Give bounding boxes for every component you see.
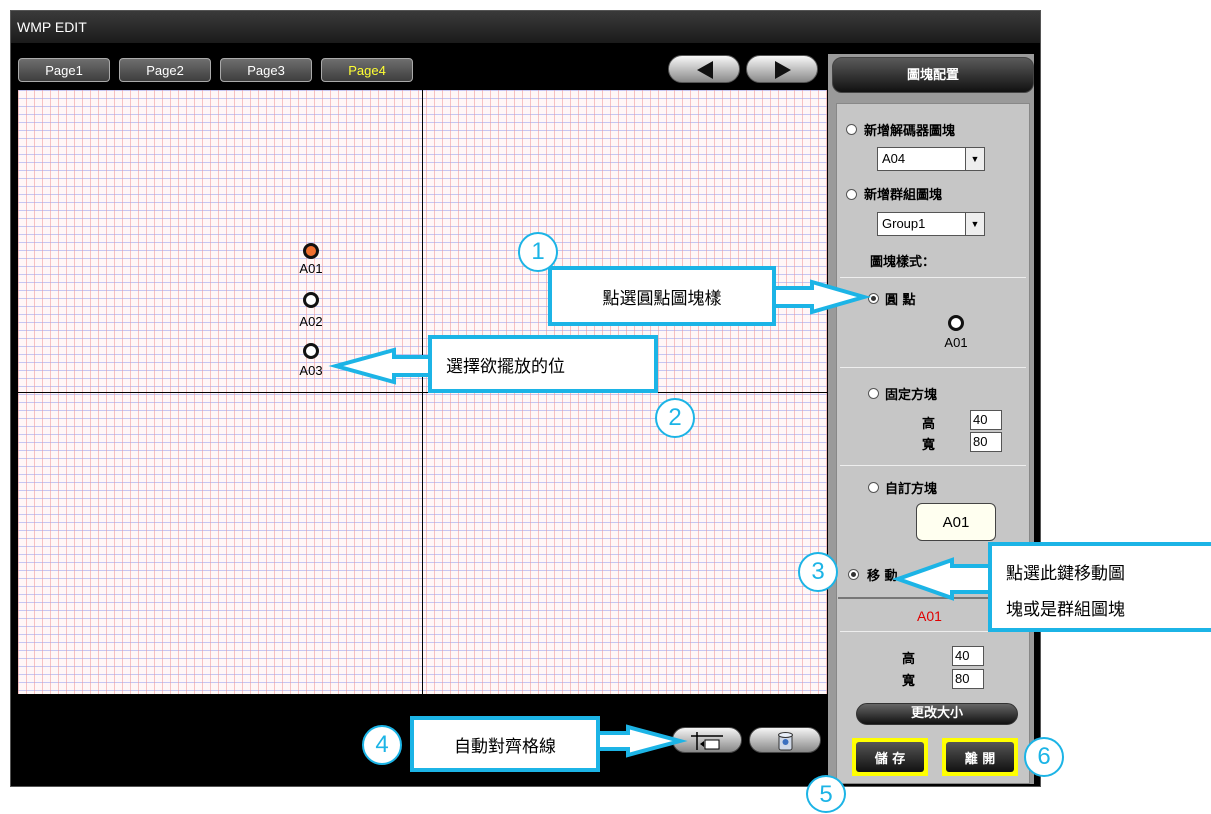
callout-move-block: 點選此鍵移動圖 塊或是群組圖塊: [988, 542, 1211, 632]
marker-2: 2: [655, 398, 695, 438]
arrow-callout-1: [772, 279, 872, 315]
callout-select-dot-style: 點選圓點圖塊樣: [548, 266, 776, 326]
marker-4: 4: [362, 725, 402, 765]
marker-1: 1: [518, 232, 558, 272]
arrow-callout-4: [596, 724, 688, 758]
annotation-arrows: [328, 279, 994, 758]
arrow-callout-3: [891, 557, 994, 601]
callout-3-line2: 塊或是群組圖塊: [1006, 600, 1125, 620]
callout-3-line1: 點選此鍵移動圖: [1006, 564, 1125, 584]
arrow-callout-2: [328, 347, 432, 385]
callout-snap-grid: 自動對齊格線: [410, 716, 600, 772]
callout-4-text: 自動對齊格線: [454, 736, 556, 757]
callout-2-text: 選擇欲擺放的位: [446, 356, 565, 377]
callout-select-position: 選擇欲擺放的位: [428, 335, 658, 393]
marker-6: 6: [1024, 737, 1064, 777]
marker-3: 3: [798, 552, 838, 592]
callout-1-text: 點選圓點圖塊樣: [602, 288, 722, 309]
marker-5: 5: [806, 775, 846, 813]
